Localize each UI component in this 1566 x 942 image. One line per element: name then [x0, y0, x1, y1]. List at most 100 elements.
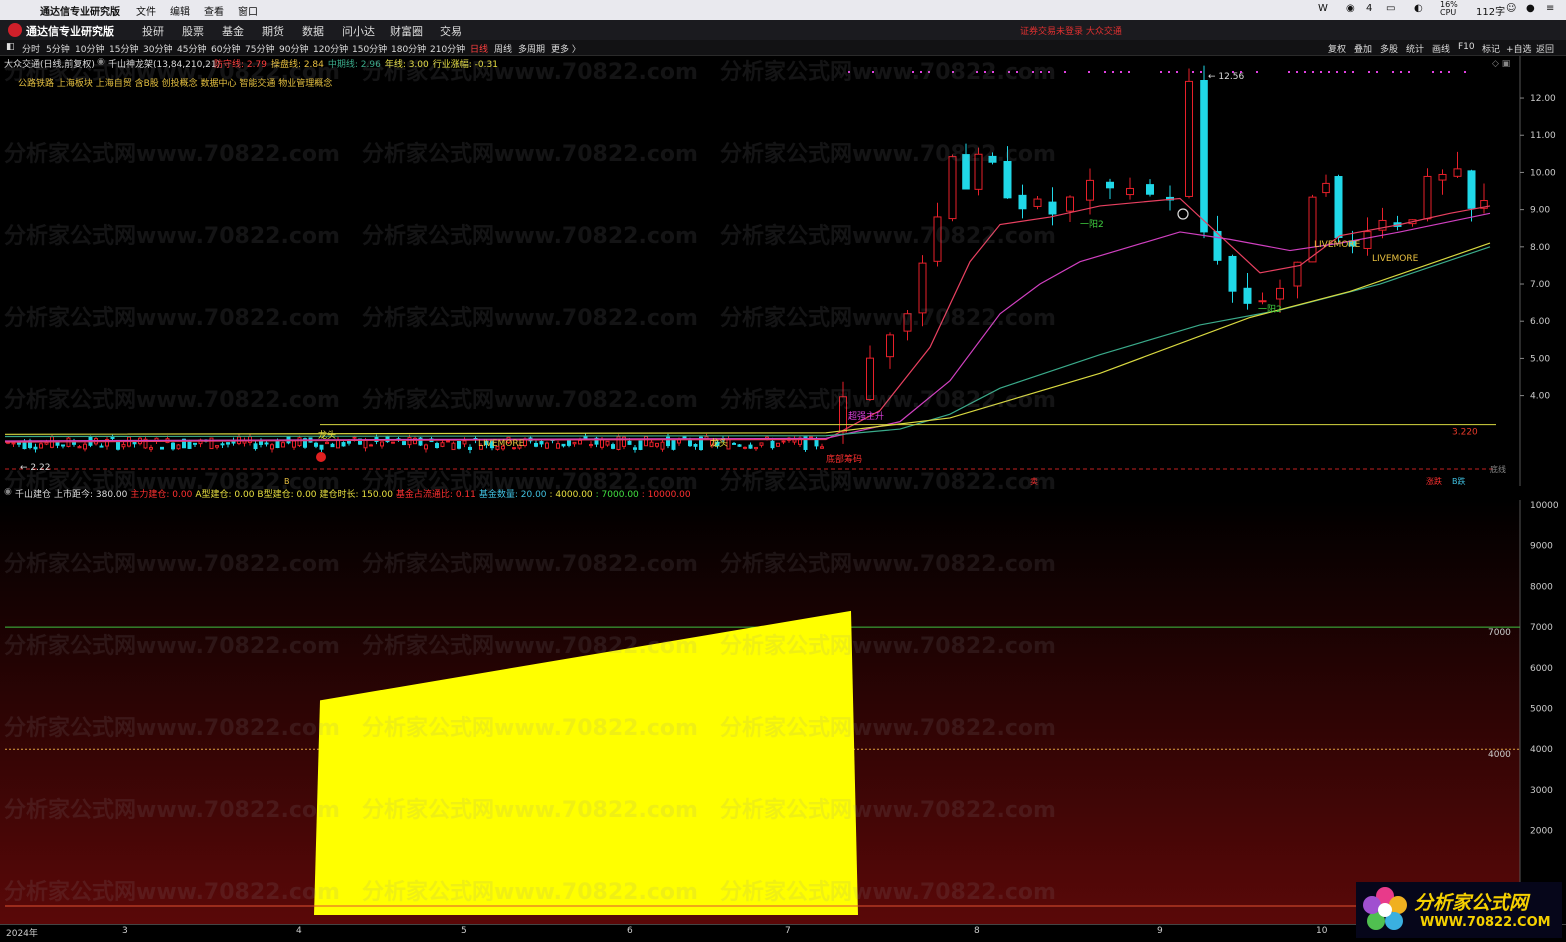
price-axis-label: 12.00	[1530, 94, 1556, 104]
signal-dot	[1016, 71, 1018, 73]
period-intraday[interactable]: 分时	[22, 42, 40, 55]
nav-trade[interactable]: 交易	[440, 23, 462, 39]
candle-body	[297, 437, 302, 447]
tool-f10[interactable]: F10	[1458, 42, 1475, 52]
nav-stocks[interactable]: 股票	[182, 23, 204, 39]
signal-dot	[1328, 71, 1330, 73]
indicator-field: 主力建仓: 0.00	[130, 490, 193, 500]
period-10m[interactable]: 10分钟	[75, 42, 104, 55]
menu-view[interactable]: 查看	[204, 3, 224, 18]
window-icon[interactable]: ▭	[1386, 3, 1395, 14]
sub-axis-label: 9000	[1530, 542, 1553, 552]
tool-adjust[interactable]: 复权	[1328, 42, 1346, 55]
candle-body	[743, 446, 747, 449]
period-30m[interactable]: 30分钟	[143, 42, 172, 55]
app-title-bar: 通达信专业研究版 投研 股票 基金 期货 数据 问小达 财富圈 交易 证券交易未…	[0, 20, 1566, 41]
period-5m[interactable]: 5分钟	[46, 42, 70, 55]
candle-body	[539, 441, 544, 445]
candle-body	[330, 443, 335, 448]
indicator-settings-icon[interactable]: ◉	[97, 57, 105, 67]
candle-body	[1126, 187, 1134, 196]
tool-add-watchlist[interactable]: +自选	[1506, 42, 1532, 55]
price-axis-label: 6.00	[1530, 317, 1550, 327]
period-180m[interactable]: 180分钟	[391, 42, 426, 55]
period-60m[interactable]: 60分钟	[211, 42, 240, 55]
tool-overlay[interactable]: 叠加	[1354, 42, 1372, 55]
cpu-meter[interactable]: 16% CPU	[1440, 1, 1458, 17]
period-toolbar: ◧ 分时 5分钟 10分钟 15分钟 30分钟 45分钟 60分钟 75分钟 9…	[0, 40, 1566, 56]
period-210m[interactable]: 210分钟	[430, 42, 465, 55]
candle-body	[341, 442, 346, 447]
period-15m[interactable]: 15分钟	[109, 42, 138, 55]
candle-body	[1322, 182, 1330, 194]
period-multi[interactable]: 多周期	[518, 42, 545, 55]
tool-mark[interactable]: 标记	[1482, 42, 1500, 55]
period-75m[interactable]: 75分钟	[245, 42, 274, 55]
nav-research[interactable]: 投研	[142, 23, 164, 39]
sub-indicator-name[interactable]: 千山建仓	[15, 487, 51, 500]
tool-back[interactable]: 返回	[1536, 42, 1554, 55]
menubar-app-name[interactable]: 通达信专业研究版	[40, 3, 120, 18]
user-icon[interactable]: ☺	[1506, 3, 1516, 14]
tool-multistock[interactable]: 多股	[1380, 42, 1398, 55]
shield-icon[interactable]: ◐	[1414, 3, 1423, 14]
tool-draw[interactable]: 画线	[1432, 42, 1450, 55]
period-weekly[interactable]: 周线	[494, 42, 512, 55]
nav-funds[interactable]: 基金	[222, 23, 244, 39]
period-120m[interactable]: 120分钟	[313, 42, 348, 55]
sub-indicator-icon[interactable]: ◉	[4, 487, 12, 497]
period-150m[interactable]: 150分钟	[352, 42, 387, 55]
signal-dot	[1088, 71, 1090, 73]
signal-dot	[1288, 71, 1290, 73]
sidebar-toggle-icon[interactable]: ◧	[6, 42, 15, 52]
indicator-field: 年线: 3.00	[384, 60, 429, 70]
tool-stats[interactable]: 统计	[1406, 42, 1424, 55]
period-more[interactable]: 更多 〉	[551, 42, 581, 55]
candle-body	[1228, 255, 1237, 292]
candle-body	[121, 443, 126, 448]
candle-body	[1363, 231, 1372, 249]
nav-data[interactable]: 数据	[302, 23, 324, 39]
period-45m[interactable]: 45分钟	[177, 42, 206, 55]
candle-body	[655, 442, 659, 447]
signal-dot	[1032, 71, 1034, 73]
indicator-field: B型建仓: 0.00	[257, 490, 317, 500]
candle-body	[660, 441, 665, 450]
indicator-field: 防守线: 2.79	[214, 60, 267, 70]
candle-body	[160, 446, 164, 450]
candle-body	[462, 440, 467, 445]
nav-futures[interactable]: 期货	[262, 23, 284, 39]
candle-body	[33, 446, 38, 450]
menu-edit[interactable]: 编辑	[170, 3, 190, 18]
control-center-icon[interactable]: ≡	[1546, 3, 1554, 14]
wechat-icon[interactable]: ◉	[1346, 3, 1355, 14]
signal-label: 超强主升	[848, 410, 884, 422]
period-daily[interactable]: 日线	[470, 42, 488, 55]
input-method-indicator[interactable]: 112字	[1476, 3, 1505, 18]
candle-body	[644, 436, 648, 447]
candle-body	[974, 153, 983, 190]
flower-logo-icon	[1363, 887, 1407, 930]
wps-icon[interactable]: W	[1318, 3, 1328, 14]
nav-ask[interactable]: 问小达	[342, 23, 375, 39]
period-90m[interactable]: 90分钟	[279, 42, 308, 55]
x-tick-label: 10	[1316, 926, 1328, 936]
indicator-name[interactable]: 千山神龙架(13,84,210,21)	[108, 57, 220, 70]
accumulation-chart[interactable]: 10000 9000 8000 7000 6000 5000 4000 3000 2000 700…	[0, 500, 1566, 924]
sub-axis-label: 6000	[1530, 664, 1553, 674]
stock-name[interactable]: 大众交通(日线,前复权)	[4, 57, 95, 70]
x-tick-label: 9	[1157, 926, 1163, 936]
candle-body	[220, 443, 225, 446]
candle-body	[605, 440, 610, 446]
signal-dot	[1368, 71, 1370, 73]
microphone-icon[interactable]: ●	[1526, 3, 1535, 14]
nav-wealth[interactable]: 财富圈	[390, 23, 423, 39]
menu-file[interactable]: 文件	[136, 3, 156, 18]
candle-body	[44, 441, 49, 445]
signal-dot	[1256, 71, 1258, 73]
menu-window[interactable]: 窗口	[238, 3, 258, 18]
corner-tag: B跌	[1452, 476, 1466, 486]
trade-login-notice[interactable]: 证券交易未登录 大众交通	[1020, 24, 1122, 37]
signal-dot	[984, 71, 986, 73]
price-chart[interactable]: 12.00 11.00 10.00 9.00 8.00 7.00 6.00 5.00 4.00 3…	[0, 56, 1566, 486]
